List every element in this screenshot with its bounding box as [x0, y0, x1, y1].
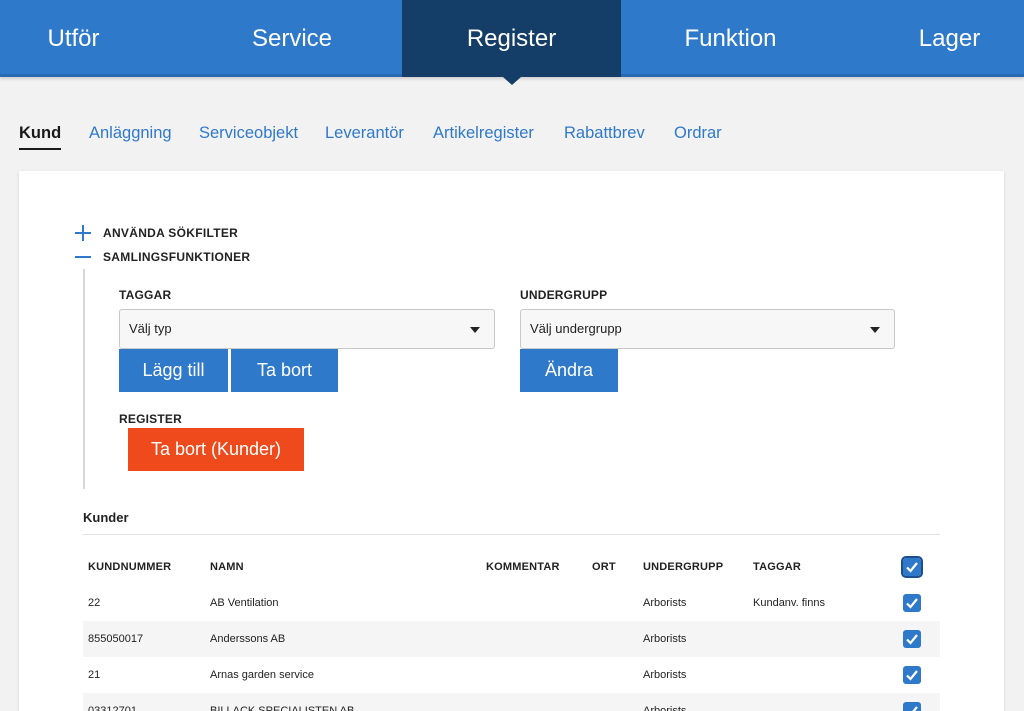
cell-subgroup: Arborists [643, 633, 687, 645]
column-header-ort[interactable]: ORT [592, 549, 616, 585]
checkmark-icon [906, 670, 918, 681]
subtab-anlaggning[interactable]: Anläggning [89, 124, 172, 143]
subgroup-label: UNDERGRUPP [520, 288, 608, 302]
register-label: REGISTER [119, 412, 182, 426]
row-checkbox[interactable] [903, 594, 921, 612]
checkmark-icon [907, 706, 918, 711]
subgroup-select-value: Välj undergrupp [530, 321, 622, 336]
table-row[interactable]: 22 AB Ventilation Arborists Kundanv. fin… [83, 585, 940, 621]
checkmark-icon [906, 562, 918, 573]
row-checkbox[interactable] [903, 702, 921, 711]
customers-title: Kunder [83, 510, 129, 525]
sub-tabs: Kund Anläggning Serviceobjekt Leverantör… [0, 124, 1024, 154]
column-header-kundnummer[interactable]: KUNDNUMMER [88, 549, 171, 585]
cell-subgroup: Arborists [643, 597, 687, 609]
tags-label: TAGGAR [119, 288, 172, 302]
subtab-ordrar[interactable]: Ordrar [674, 124, 722, 143]
nav-tab-register[interactable]: Register [402, 0, 621, 77]
table-row[interactable]: 855050017 Anderssons AB Arborists [83, 621, 940, 657]
caret-down-icon [870, 327, 880, 333]
subtab-kund[interactable]: Kund [19, 124, 62, 150]
tags-select[interactable]: Välj typ [119, 309, 495, 349]
remove-tag-button[interactable]: Ta bort [231, 349, 338, 392]
cell-subgroup: Arborists [643, 669, 687, 681]
cell-customer-number: 22 [88, 597, 101, 609]
cell-customer-name: Anderssons AB [210, 633, 286, 645]
change-subgroup-button[interactable]: Ändra [520, 349, 618, 392]
subtab-rabattbrev[interactable]: Rabattbrev [564, 124, 645, 143]
subtab-leverantor[interactable]: Leverantör [325, 124, 404, 143]
nav-tab-service[interactable]: Service [182, 0, 402, 77]
search-filter-label: ANVÄNDA SÖKFILTER [103, 226, 239, 240]
checkmark-icon [906, 598, 918, 609]
column-header-taggar[interactable]: TAGGAR [753, 549, 801, 585]
row-checkbox[interactable] [903, 666, 921, 684]
nav-tab-utfor[interactable]: Utför [0, 0, 147, 77]
subgroup-select[interactable]: Välj undergrupp [520, 309, 895, 349]
collections-label: SAMLINGSFUNKTIONER [103, 250, 251, 264]
content-card: ANVÄNDA SÖKFILTER SAMLINGSFUNKTIONER TAG… [19, 171, 1004, 711]
cell-customer-number: 21 [88, 669, 101, 681]
cell-tags: Kundanv. finns [753, 597, 825, 609]
table-header: KUNDNUMMER NAMN KOMMENTAR ORT UNDERGRUPP… [83, 549, 940, 585]
column-header-undergrupp[interactable]: UNDERGRUPP [643, 549, 723, 585]
search-filter-toggle[interactable]: ANVÄNDA SÖKFILTER [75, 224, 238, 242]
plus-icon [75, 224, 93, 242]
minus-icon [75, 248, 93, 266]
nav-tab-lager[interactable]: Lager [875, 0, 1024, 77]
active-tab-pointer [503, 77, 521, 85]
cell-customer-number: 03312701 [88, 705, 137, 711]
cell-customer-name: BILLACK SPECIALISTEN AB [210, 705, 355, 711]
row-checkbox[interactable] [903, 630, 921, 648]
column-header-kommentar[interactable]: KOMMENTAR [486, 549, 560, 585]
table-row[interactable]: 21 Arnas garden service Arborists [83, 657, 940, 693]
checkmark-icon [906, 634, 918, 645]
column-header-namn[interactable]: NAMN [210, 549, 244, 585]
cell-customer-number: 855050017 [88, 633, 144, 645]
cell-customer-name: AB Ventilation [210, 597, 279, 609]
nav-tab-funktion[interactable]: Funktion [621, 0, 840, 77]
delete-customers-button[interactable]: Ta bort (Kunder) [128, 428, 304, 471]
cell-subgroup: Arborists [643, 705, 687, 711]
top-navigation: Utför Service Register Funktion Lager [0, 0, 1024, 85]
customers-table: KUNDNUMMER NAMN KOMMENTAR ORT UNDERGRUPP… [83, 549, 940, 711]
tags-select-value: Välj typ [129, 321, 172, 336]
cell-customer-name: Arnas garden service [210, 669, 314, 681]
add-tag-button[interactable]: Lägg till [119, 349, 228, 392]
section-divider [83, 269, 85, 489]
caret-down-icon [470, 327, 480, 333]
collections-toggle[interactable]: SAMLINGSFUNKTIONER [75, 248, 250, 266]
table-row[interactable]: 03312701 BILLACK SPECIALISTEN AB Arboris… [83, 693, 940, 711]
subtab-serviceobjekt[interactable]: Serviceobjekt [199, 124, 298, 143]
select-all-checkbox[interactable] [901, 556, 923, 578]
divider [83, 534, 940, 535]
subtab-artikelregister[interactable]: Artikelregister [433, 124, 534, 143]
